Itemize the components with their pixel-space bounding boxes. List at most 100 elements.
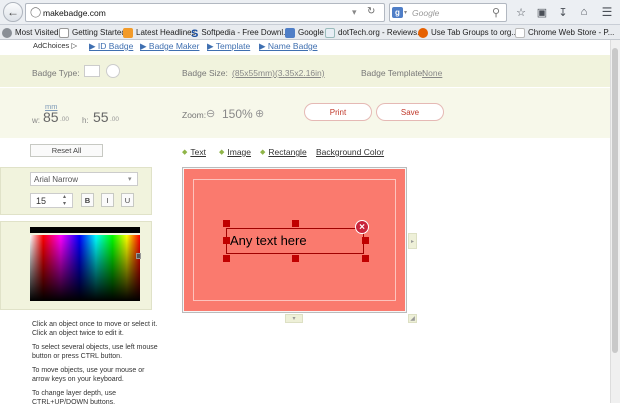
google-icon	[285, 27, 295, 38]
font-size-value: 15	[36, 196, 47, 206]
badge-canvas-frame: Any text here ×	[182, 167, 407, 313]
adchoices-label[interactable]: AdChoices ▷	[33, 41, 77, 50]
help-text-3: To move objects, use your mouse or arrow…	[32, 367, 145, 383]
url-bar[interactable]: ◯ makebadge.com ▾ ↻	[25, 3, 385, 22]
bookmark-label: Softpedia - Free Downl...	[201, 28, 290, 37]
bookmark-most-visited[interactable]: Most Visited	[2, 26, 58, 39]
url-text: makebadge.com	[43, 8, 106, 18]
tool-text[interactable]: ◆ Text	[182, 147, 206, 157]
bookmark-google[interactable]: Google	[285, 26, 324, 39]
help-text-2: To select several objects, use left mous…	[32, 344, 158, 360]
download-icon[interactable]: ↧	[556, 5, 570, 19]
color-picker-gradient[interactable]	[30, 235, 140, 301]
resize-handle[interactable]	[223, 255, 230, 262]
delete-object-icon[interactable]: ×	[355, 220, 369, 234]
bookmark-label: Getting Started	[72, 28, 126, 37]
badge-template-label: Badge Template:	[361, 68, 425, 78]
bookmark-tab-groups[interactable]: Use Tab Groups to org...	[418, 26, 518, 39]
increment-icon[interactable]: ▴	[63, 193, 66, 200]
bookmark-dottech[interactable]: dotTech.org - Reviews...	[325, 26, 424, 39]
diamond-icon: ◆	[260, 149, 266, 156]
help-text-1: Click an object once to move or select i…	[32, 321, 158, 337]
badge-type-rectangle[interactable]	[84, 65, 100, 77]
bookmark-chrome-store[interactable]: Chrome Web Store - P...	[515, 26, 614, 39]
bookmark-label: Google	[298, 28, 324, 37]
search-bar[interactable]: g ▾ Google ⚲	[389, 3, 507, 22]
italic-button[interactable]: I	[101, 193, 114, 207]
badge-template-value[interactable]: None	[422, 68, 442, 78]
save-button[interactable]: Save	[376, 103, 444, 121]
tool-image[interactable]: ◆ Image	[219, 147, 251, 157]
resize-corner-icon[interactable]: ◢	[408, 314, 417, 323]
badge-type-label: Badge Type:	[32, 68, 80, 78]
search-icon[interactable]: ⚲	[492, 6, 500, 19]
softpedia-icon: S	[191, 27, 199, 40]
selected-color-swatch[interactable]	[30, 227, 140, 233]
resize-handle[interactable]	[362, 255, 369, 262]
bookmark-latest-headlines[interactable]: Latest Headlines	[123, 26, 196, 39]
dimensions-band: mm w: 85 .00 h: 55 .00 Zoom: ⊖ 150% ⊕ Pr…	[0, 88, 610, 138]
ad-link-id-badge[interactable]: ▶ ID Badge	[89, 41, 133, 52]
page-icon	[59, 27, 69, 38]
tool-background-color[interactable]: Background Color	[316, 147, 384, 157]
resize-handle[interactable]	[223, 220, 230, 227]
width-value[interactable]: 85	[43, 109, 59, 125]
color-slider-handle[interactable]	[136, 253, 141, 259]
bookmark-softpedia[interactable]: S Softpedia - Free Downl...	[191, 26, 290, 40]
reload-icon[interactable]: ↻	[367, 6, 375, 17]
zoom-label: Zoom:	[182, 110, 207, 120]
badge-canvas[interactable]: Any text here ×	[184, 169, 405, 311]
tool-label: Rectangle	[268, 147, 307, 157]
dropdown-arrow-icon[interactable]: ▾	[352, 7, 357, 18]
ad-link-name-badge[interactable]: ▶ Name Badge	[259, 41, 318, 52]
text-object[interactable]: Any text here	[226, 228, 364, 254]
gear-icon	[2, 27, 12, 38]
resize-handle[interactable]	[292, 255, 299, 262]
home-icon[interactable]: ⌂	[577, 5, 591, 19]
scrollbar-thumb[interactable]	[612, 48, 618, 353]
tool-label: Text	[190, 147, 206, 157]
badge-type-circle[interactable]	[106, 64, 120, 78]
resize-handle[interactable]	[292, 220, 299, 227]
width-decimal: .00	[60, 116, 70, 123]
zoom-value: 150%	[222, 107, 253, 121]
font-size-stepper[interactable]: 15 ▴ ▾	[30, 193, 73, 208]
menu-icon[interactable]: ☰	[600, 5, 614, 19]
resize-handle[interactable]	[362, 237, 369, 244]
tool-rectangle[interactable]: ◆ Rectangle	[260, 147, 307, 157]
star-icon[interactable]: ☆	[514, 5, 528, 19]
help-text-4: To change layer depth, use CTRL+UP/DOWN …	[32, 390, 117, 406]
badge-size-label: Badge Size:	[182, 68, 228, 78]
height-value[interactable]: 55	[93, 109, 109, 125]
reset-all-button[interactable]: Reset All	[30, 144, 103, 157]
firefox-icon	[418, 27, 428, 38]
back-button[interactable]: ←	[3, 2, 23, 22]
expand-down-icon[interactable]: ▾	[285, 314, 303, 323]
bookmark-getting-started[interactable]: Getting Started	[59, 26, 126, 39]
bookmark-label: Latest Headlines	[136, 28, 196, 37]
ad-link-template[interactable]: ▶ Template	[207, 41, 250, 52]
zoom-out-icon[interactable]: ⊖	[206, 107, 215, 120]
rss-icon	[123, 27, 133, 38]
dropdown-arrow-icon[interactable]: ▾	[404, 9, 407, 16]
badge-size-value[interactable]: (85x55mm)(3.35x2.16in)	[232, 68, 325, 78]
diamond-icon: ◆	[219, 149, 225, 156]
clipboard-icon[interactable]: ▣	[535, 5, 549, 19]
bookmark-label: Chrome Web Store - P...	[528, 28, 615, 37]
globe-icon: ◯	[30, 7, 42, 18]
zoom-in-icon[interactable]: ⊕	[255, 107, 264, 120]
font-panel: Arial Narrow ▾ 15 ▴ ▾ B I U	[0, 167, 152, 215]
text-object-content[interactable]: Any text here	[230, 233, 307, 248]
bold-button[interactable]: B	[81, 193, 94, 207]
page-content: AdChoices ▷ ▶ ID Badge ▶ Badge Maker ▶ T…	[0, 40, 610, 406]
ad-link-badge-maker[interactable]: ▶ Badge Maker	[140, 41, 199, 52]
print-button[interactable]: Print	[304, 103, 372, 121]
chevron-down-icon: ▾	[128, 176, 132, 183]
decrement-icon[interactable]: ▾	[63, 200, 66, 207]
underline-button[interactable]: U	[121, 193, 134, 207]
expand-right-icon[interactable]: ▸	[408, 233, 417, 249]
resize-handle[interactable]	[223, 237, 230, 244]
back-arrow-icon: ←	[7, 5, 19, 19]
font-family-select[interactable]: Arial Narrow ▾	[30, 172, 138, 186]
google-icon[interactable]: g	[392, 7, 403, 18]
